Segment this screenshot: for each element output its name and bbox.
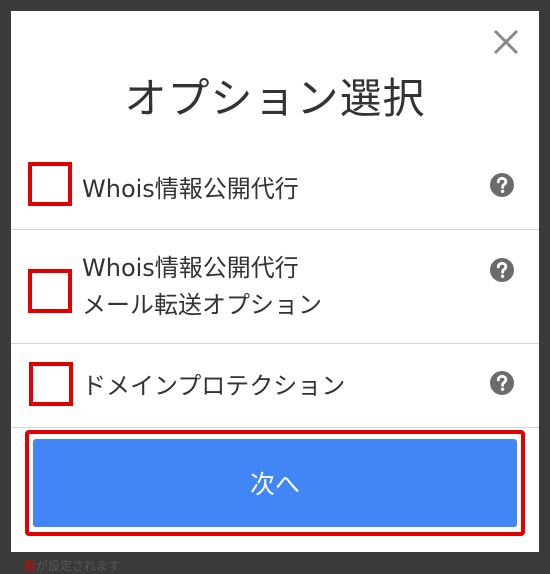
background-text: 新が設定されます — [24, 557, 120, 574]
background-text-rest: が設定されます — [36, 559, 121, 573]
question-circle-icon — [490, 258, 514, 282]
option-label-line1: Whois情報公開代行 — [82, 254, 299, 282]
close-button[interactable] — [489, 25, 523, 59]
question-circle-icon — [490, 173, 514, 197]
option-label: ドメインプロテクション — [82, 372, 346, 400]
option-label: Whois情報公開代行 — [82, 175, 299, 203]
help-button[interactable] — [489, 257, 515, 283]
whois-privacy-checkbox[interactable] — [28, 162, 72, 206]
next-button-highlight: 次へ — [25, 430, 525, 536]
close-icon — [493, 29, 519, 55]
option-label: Whois情報公開代行 メール転送オプション — [82, 250, 322, 324]
option-label-line2: メール転送オプション — [82, 291, 322, 319]
question-circle-icon — [490, 371, 514, 395]
domain-protection-checkbox[interactable] — [29, 362, 73, 406]
modal-title: オプション選択 — [124, 74, 426, 123]
option-select-modal: オプション選択 Whois情報公開代行 Whois情報公開代行 メール転送オプシ… — [11, 11, 539, 552]
option-row-domain-protection: ドメインプロテクション — [11, 344, 539, 428]
next-button[interactable]: 次へ — [33, 439, 517, 527]
background-text-prefix: 新 — [24, 559, 37, 573]
help-button[interactable] — [489, 370, 515, 396]
option-row-whois-mail-forwarding: Whois情報公開代行 メール転送オプション — [11, 230, 539, 344]
help-button[interactable] — [489, 172, 515, 198]
whois-mail-forwarding-checkbox[interactable] — [28, 269, 72, 313]
option-row-whois-privacy: Whois情報公開代行 — [11, 146, 539, 230]
